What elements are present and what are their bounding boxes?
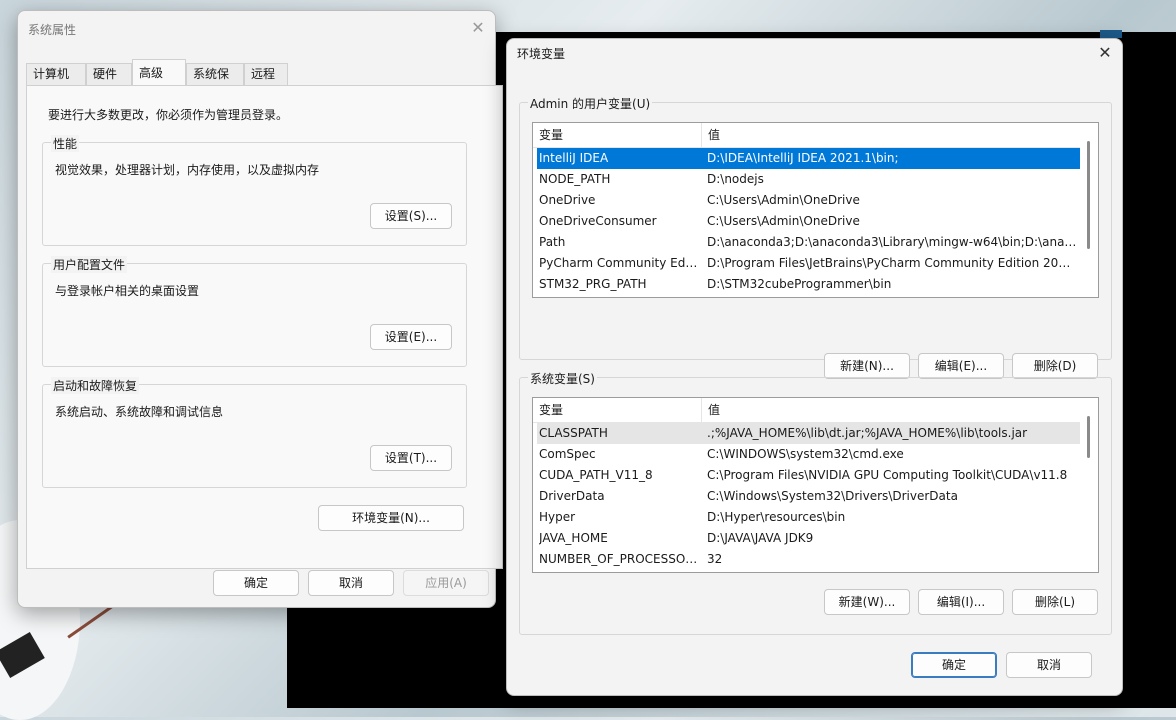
user-profiles-desc: 与登录帐户相关的桌面设置 (55, 284, 200, 298)
variable-name: JAVA_HOME (539, 531, 608, 545)
variable-value: C:\Windows\System32\Drivers\DriverData (707, 489, 958, 503)
variable-name: OneDriveConsumer (539, 214, 657, 228)
startup-recovery-group: 启动和故障恢复 系统启动、系统故障和调试信息 设置(T)... (42, 377, 467, 488)
tab-computer-name[interactable]: 计算机名 (26, 63, 86, 101)
environment-variables-button[interactable]: 环境变量(N)... (318, 505, 464, 531)
performance-label: 性能 (51, 135, 80, 152)
user-profiles-settings-button[interactable]: 设置(E)... (370, 324, 452, 350)
tab-system-protection[interactable]: 系统保护 (186, 63, 244, 101)
close-icon[interactable]: ✕ (1094, 42, 1116, 64)
startup-recovery-desc: 系统启动、系统故障和调试信息 (55, 405, 224, 419)
performance-desc: 视觉效果，处理器计划，内存使用，以及虚拟内存 (55, 163, 320, 177)
variable-name: Hyper (539, 510, 576, 524)
startup-recovery-settings-button[interactable]: 设置(T)... (370, 445, 452, 471)
close-icon[interactable]: ✕ (467, 17, 489, 39)
variable-value: C:\Users\Admin\OneDrive (707, 214, 860, 228)
titlebar: 环境变量 ✕ (507, 39, 1122, 71)
variable-name: OneDrive (539, 193, 596, 207)
list-item[interactable]: CLASSPATH .;%JAVA_HOME%\lib\dt.jar;%JAVA_… (537, 423, 1080, 444)
system-delete-button[interactable]: 删除(L) (1012, 589, 1098, 615)
scrollbar[interactable] (1080, 398, 1098, 572)
environment-variables-dialog: 环境变量 ✕ Admin 的用户变量(U) 变量 值 IntelliJ IDEA… (506, 38, 1123, 696)
variable-name: IntelliJ IDEA (539, 151, 609, 165)
variable-name: CUDA_PATH_V11_8 (539, 468, 653, 482)
variable-value: D:\nodejs (707, 172, 764, 186)
list-item[interactable]: NUMBER_OF_PROCESSORS 32 (537, 549, 1080, 570)
system-edit-button[interactable]: 编辑(I)... (918, 589, 1004, 615)
variable-name: DriverData (539, 489, 605, 503)
variable-name: PyCharm Community Editi... (539, 256, 699, 270)
list-item[interactable]: CUDA_PATH_V11_8 C:\Program Files\NVIDIA G… (537, 465, 1080, 486)
scrollbar-thumb[interactable] (1087, 141, 1090, 249)
startup-recovery-label: 启动和故障恢复 (51, 377, 140, 394)
cancel-button[interactable]: 取消 (308, 570, 394, 596)
user-delete-button[interactable]: 删除(D) (1012, 353, 1098, 379)
performance-settings-button[interactable]: 设置(S)... (370, 203, 452, 229)
wallpaper-accent (1100, 30, 1122, 38)
user-variables-label: Admin 的用户变量(U) (528, 95, 653, 112)
user-variables-list[interactable]: 变量 值 IntelliJ IDEA D:\IDEA\IntelliJ IDEA … (532, 122, 1099, 298)
list-item[interactable]: IntelliJ IDEA D:\IDEA\IntelliJ IDEA 2021.… (537, 148, 1080, 169)
variable-value: D:\STM32cubeProgrammer\bin (707, 277, 892, 291)
variable-name: NUMBER_OF_PROCESSORS (539, 552, 699, 566)
list-item[interactable]: DriverData C:\Windows\System32\Drivers\Dr… (537, 486, 1080, 507)
column-header-variable[interactable]: 变量 (533, 123, 701, 147)
ok-button[interactable]: 确定 (911, 652, 997, 678)
tab-remote[interactable]: 远程 (244, 63, 288, 85)
column-header-value[interactable]: 值 (701, 398, 1081, 422)
variable-value: D:\IDEA\IntelliJ IDEA 2021.1\bin; (707, 151, 899, 165)
list-item[interactable]: PyCharm Community Editi... D:\Program Fil… (537, 253, 1080, 274)
ok-button[interactable]: 确定 (213, 570, 299, 596)
system-variables-label: 系统变量(S) (528, 370, 597, 387)
apply-button[interactable]: 应用(A) (403, 570, 489, 596)
variable-value: 32 (707, 552, 723, 566)
advanced-tab-panel: 要进行大多数更改，你必须作为管理员登录。 性能 视觉效果，处理器计划，内存使用，… (26, 85, 503, 569)
system-variables-list[interactable]: 变量 值 CLASSPATH .;%JAVA_HOME%\lib\dt.jar;%… (532, 397, 1099, 573)
user-profiles-label: 用户配置文件 (51, 256, 128, 273)
user-profiles-group: 用户配置文件 与登录帐户相关的桌面设置 设置(E)... (42, 256, 467, 367)
column-header-value[interactable]: 值 (701, 123, 1081, 147)
scrollbar[interactable] (1080, 123, 1098, 297)
variable-value: D:\JAVA\JAVA JDK9 (707, 531, 814, 545)
variable-value: D:\Program Files\JetBrains\PyCharm Commu… (707, 256, 1077, 270)
variable-name: ComSpec (539, 447, 596, 461)
system-new-button[interactable]: 新建(W)... (824, 589, 910, 615)
variable-name: STM32_PRG_PATH (539, 277, 647, 291)
list-item[interactable]: JAVA_HOME D:\JAVA\JAVA JDK9 (537, 528, 1080, 549)
variable-value: C:\Program Files\NVIDIA GPU Computing To… (707, 468, 1068, 482)
system-variables-group: 系统变量(S) 变量 值 CLASSPATH .;%JAVA_HOME%\lib\… (519, 370, 1112, 635)
list-item[interactable]: OneDriveConsumer C:\Users\Admin\OneDrive (537, 211, 1080, 232)
user-variables-group: Admin 的用户变量(U) 变量 值 IntelliJ IDEA D:\IDEA… (519, 95, 1112, 379)
tab-hardware[interactable]: 硬件 (86, 63, 132, 85)
variable-value: D:\Hyper\resources\bin (707, 510, 846, 524)
list-item[interactable]: Hyper D:\Hyper\resources\bin (537, 507, 1080, 528)
list-item[interactable]: NODE_PATH D:\nodejs (537, 169, 1080, 190)
variable-value: C:\Users\Admin\OneDrive (707, 193, 860, 207)
user-new-button[interactable]: 新建(N)... (824, 353, 910, 379)
list-item[interactable]: ComSpec C:\WINDOWS\system32\cmd.exe (537, 444, 1080, 465)
variable-value: .;%JAVA_HOME%\lib\dt.jar;%JAVA_HOME%\lib… (707, 426, 1028, 440)
variable-value: C:\WINDOWS\system32\cmd.exe (707, 447, 904, 461)
list-header: 变量 值 (533, 123, 1080, 148)
user-edit-button[interactable]: 编辑(E)... (918, 353, 1004, 379)
list-item[interactable]: OneDrive C:\Users\Admin\OneDrive (537, 190, 1080, 211)
variable-value: D:\anaconda3;D:\anaconda3\Library\mingw-… (707, 235, 1077, 249)
system-properties-dialog: 系统属性 ✕ 计算机名 硬件 高级 系统保护 远程 要进行大多数更改，你必须作为… (17, 10, 503, 608)
list-item[interactable]: STM32_PRG_PATH D:\STM32cubeProgrammer\bin (537, 274, 1080, 295)
list-header: 变量 值 (533, 398, 1080, 423)
performance-group: 性能 视觉效果，处理器计划，内存使用，以及虚拟内存 设置(S)... (42, 135, 467, 246)
admin-note: 要进行大多数更改，你必须作为管理员登录。 (48, 108, 289, 122)
variable-name: Path (539, 235, 566, 249)
tab-advanced[interactable]: 高级 (132, 59, 186, 86)
dialog-title: 系统属性 (28, 23, 77, 37)
variable-name: NODE_PATH (539, 172, 611, 186)
list-item[interactable]: Path D:\anaconda3;D:\anaconda3\Library\mi… (537, 232, 1080, 253)
cancel-button[interactable]: 取消 (1006, 652, 1092, 678)
dialog-title: 环境变量 (517, 47, 566, 61)
scrollbar-thumb[interactable] (1087, 416, 1090, 458)
column-header-variable[interactable]: 变量 (533, 398, 701, 422)
variable-name: CLASSPATH (539, 426, 608, 440)
titlebar: 系统属性 ✕ (18, 11, 495, 43)
